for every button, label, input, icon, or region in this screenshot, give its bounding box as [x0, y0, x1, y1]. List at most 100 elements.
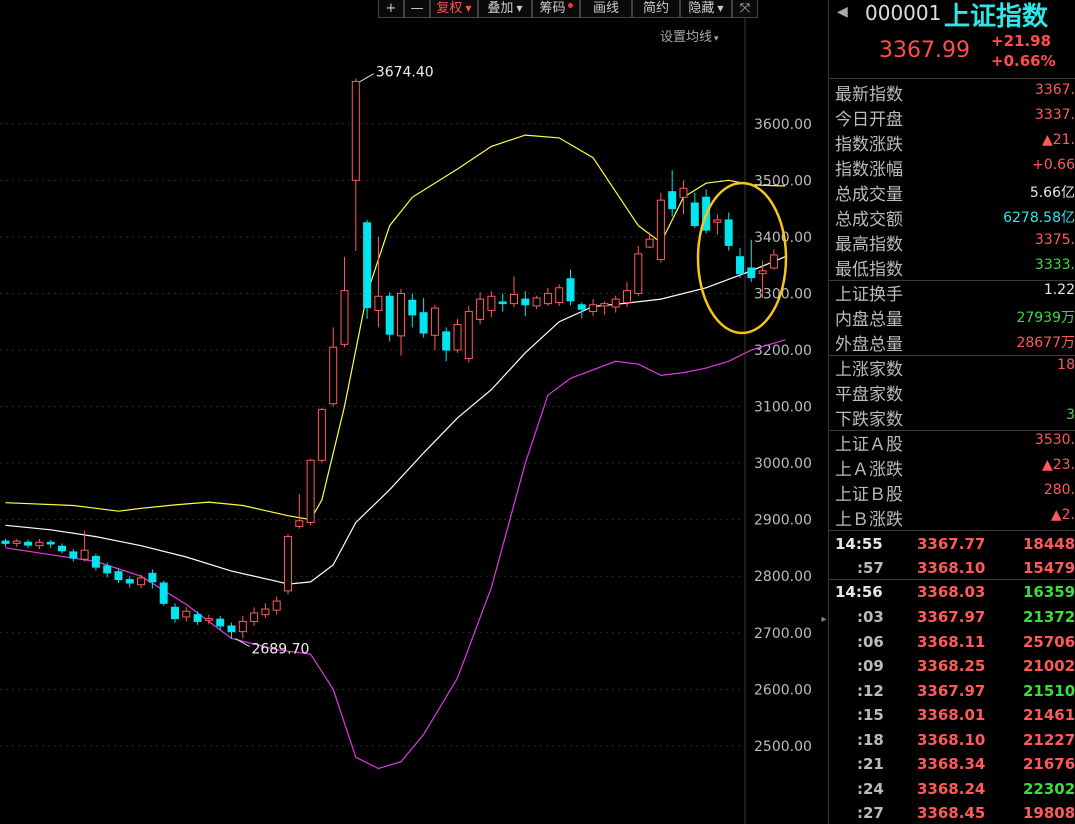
stat-label: 上涨家数 [835, 360, 903, 380]
y-tick-label: 2800.00 [754, 569, 812, 585]
candle [46, 541, 55, 545]
candle [137, 577, 146, 586]
tick-volume: 18448 [1023, 535, 1075, 553]
stat-row: 总成交量 5.66亿 [829, 180, 1075, 205]
tick-time: :06 [857, 633, 884, 651]
index-name: 上证指数 [944, 2, 1049, 32]
stat-label: 最低指数 [835, 260, 903, 280]
tick-price: 3368.45 [917, 804, 986, 822]
candle [114, 571, 123, 581]
stat-row: 上证Ａ股 3530. [829, 430, 1075, 455]
index-change: +21.98 [991, 32, 1052, 50]
annotation-label: 2689.70 [252, 642, 310, 658]
stat-value: +0.66 [1032, 157, 1075, 173]
stat-row: 平盘家数 [829, 380, 1075, 405]
toolbar-button-label: 简约 [642, 1, 669, 16]
toolbar-button-3[interactable]: 叠加 ▼ [478, 0, 532, 18]
tick-price: 3368.25 [917, 657, 986, 675]
stat-row: 最低指数 3333. [829, 255, 1075, 280]
stat-value: 3 [1066, 407, 1075, 423]
caret-down-icon: ▼ [516, 4, 523, 13]
quote-sidebar: ◀ 000001 上证指数 3367.99 +21.98 +0.66% 最新指数… [829, 0, 1075, 824]
tick-time: :27 [857, 804, 884, 822]
toolbar-button-4[interactable]: 筹码 [532, 0, 580, 18]
candle [555, 287, 564, 303]
candle [566, 278, 575, 302]
candle [295, 520, 304, 527]
tick-time: :09 [857, 657, 884, 675]
lower-band-line [5, 339, 786, 770]
candle [261, 608, 270, 616]
stat-value: 3367. [1034, 82, 1075, 98]
toolbar-button-1[interactable]: — [404, 0, 430, 18]
candle [272, 600, 281, 611]
candle [476, 298, 485, 320]
candle [453, 324, 462, 351]
tick-row: :15 3368.01 21461 [829, 704, 1075, 728]
candle [498, 301, 507, 305]
chart-toolbar: + — 复权 ▼ 叠加 ▼ 筹码 画线 简约 隐藏 ▼ ⤧ [378, 0, 758, 19]
tick-price: 3367.97 [917, 608, 986, 626]
candle [769, 254, 778, 269]
toolbar-button-5[interactable]: 画线 [580, 0, 632, 18]
candle [91, 555, 100, 568]
stat-value: 3530. [1034, 432, 1075, 448]
stat-label: 上Ｂ涨跌 [835, 510, 903, 530]
stat-row: 下跌家数 3 [829, 405, 1075, 430]
stat-label: 上证Ａ股 [835, 435, 903, 455]
stat-row: 指数涨跌 ▲21. [829, 130, 1075, 155]
candlestick-chart[interactable]: 3600.003500.003400.003300.003200.003100.… [0, 0, 820, 824]
divider [829, 530, 1075, 531]
tick-time: :03 [857, 608, 884, 626]
notification-dot [567, 3, 573, 8]
stat-label: 最新指数 [835, 85, 903, 105]
tick-row: :24 3368.24 22302 [829, 778, 1075, 802]
candle [284, 536, 292, 592]
stat-value: 18 [1057, 357, 1075, 373]
candle [736, 256, 744, 275]
collapse-panel-handle[interactable]: ▸ [820, 605, 828, 635]
kline-chart-panel[interactable]: 3600.00 3500.00 3400.00 3300.00 3200.00 3100.… [0, 0, 820, 824]
toolbar-button-8[interactable]: ⤧ [732, 0, 758, 18]
annotation-label: 3674.40 [376, 65, 434, 81]
index-code: 000001 [865, 1, 942, 25]
y-tick-label: 2700.00 [754, 626, 812, 642]
tick-price: 3368.10 [917, 559, 986, 577]
toolbar-button-label: 叠加 [487, 1, 514, 16]
tick-price: 3368.10 [917, 731, 986, 749]
stat-label: 总成交量 [835, 185, 903, 205]
candle [408, 299, 417, 316]
tick-volume: 19808 [1023, 804, 1075, 822]
candle [125, 579, 134, 584]
candle [600, 303, 609, 307]
toolbar-button-6[interactable]: 简约 [632, 0, 680, 18]
ma-setting-dropdown[interactable]: 设置均线 ▾ [660, 26, 719, 45]
tick-price: 3368.34 [917, 755, 986, 773]
tick-volume: 21002 [1023, 657, 1075, 675]
toolbar-button-0[interactable]: + [378, 0, 404, 18]
candle [35, 541, 44, 547]
toolbar-button-label: 画线 [592, 1, 619, 16]
candle [227, 625, 236, 633]
stat-label: 上证换手 [835, 285, 903, 305]
tick-row: :09 3368.25 21002 [829, 655, 1075, 679]
tick-row: 14:56 3368.03 16359 [829, 581, 1075, 605]
stat-value: 5.66亿 [1029, 185, 1075, 201]
candle [656, 199, 665, 261]
candle [250, 612, 259, 622]
stat-row: 今日开盘 3337. [829, 105, 1075, 130]
candle [69, 551, 78, 559]
tick-volume: 21510 [1023, 682, 1075, 700]
back-arrow-icon[interactable]: ◀ [837, 4, 848, 20]
middle-band-line [5, 256, 786, 585]
candle [645, 238, 654, 248]
stat-value: ▲2. [1050, 507, 1075, 523]
stat-label: 外盘总量 [835, 335, 903, 355]
candle [374, 295, 383, 311]
toolbar-button-7[interactable]: 隐藏 ▼ [680, 0, 732, 18]
stat-row: 内盘总量 27939万 [829, 305, 1075, 330]
candle [385, 295, 394, 335]
candle [679, 187, 688, 198]
candle [419, 312, 428, 334]
toolbar-button-2[interactable]: 复权 ▼ [430, 0, 478, 18]
